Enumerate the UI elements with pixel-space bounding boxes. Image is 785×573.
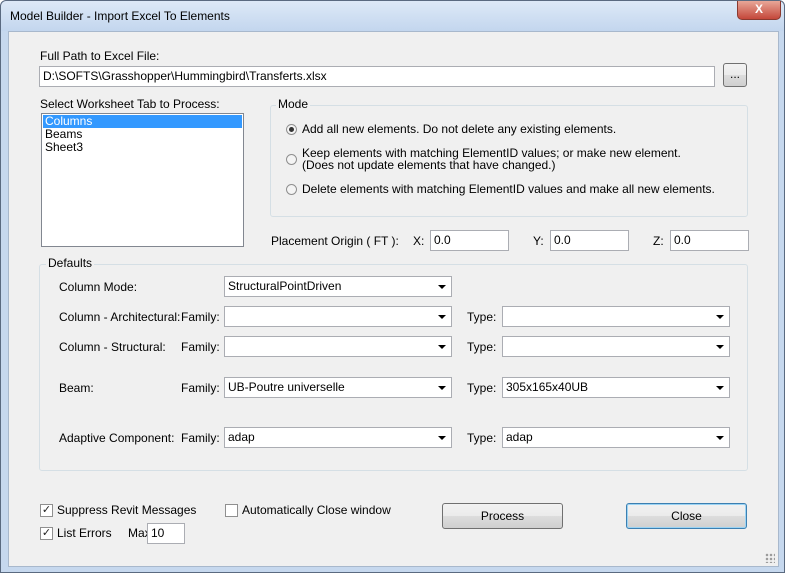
column-architectural-family-label: Family:: [181, 310, 220, 324]
column-mode-label: Column Mode:: [59, 280, 138, 294]
dialog-client-area: Full Path to Excel File: D:\SOFTS\Grassh…: [8, 31, 779, 567]
worksheet-listbox[interactable]: Columns Beams Sheet3: [41, 113, 244, 247]
chevron-down-icon: [716, 345, 724, 349]
beam-family-label: Family:: [181, 381, 220, 395]
placement-z-label: Z:: [653, 234, 664, 248]
placement-origin-label: Placement Origin ( FT ):: [271, 234, 399, 248]
list-errors-checkbox[interactable]: ✓: [40, 527, 53, 540]
beam-type-select[interactable]: 305x165x40UB: [502, 377, 730, 398]
column-structural-family-select[interactable]: [224, 336, 452, 357]
mode-option-add-label: Add all new elements. Do not delete any …: [302, 122, 617, 136]
suppress-messages-label: Suppress Revit Messages: [57, 503, 197, 517]
column-structural-label: Column - Structural:: [59, 340, 166, 354]
chevron-down-icon: [438, 315, 446, 319]
placement-z-input[interactable]: 0.0: [670, 230, 749, 251]
placement-x-input[interactable]: 0.0: [430, 230, 509, 251]
adaptive-family-label: Family:: [181, 431, 220, 445]
browse-button[interactable]: ...: [723, 63, 747, 87]
beam-family-select[interactable]: UB-Poutre universelle: [224, 377, 452, 398]
chevron-down-icon: [438, 285, 446, 289]
auto-close-label: Automatically Close window: [242, 503, 391, 517]
mode-option-keep-radio[interactable]: [286, 154, 297, 165]
chevron-down-icon: [438, 436, 446, 440]
mode-option-keep-sublabel: (Does not update elements that have chan…: [302, 158, 556, 172]
close-button[interactable]: Close: [626, 503, 747, 529]
column-structural-family-label: Family:: [181, 340, 220, 354]
window-close-button[interactable]: X: [737, 1, 781, 20]
worksheet-item-sheet3[interactable]: Sheet3: [43, 141, 242, 154]
column-architectural-family-select[interactable]: [224, 306, 452, 327]
worksheet-label: Select Worksheet Tab to Process:: [40, 97, 220, 111]
beam-type-label: Type:: [467, 381, 497, 395]
column-architectural-type-select[interactable]: [502, 306, 730, 327]
auto-close-checkbox[interactable]: [225, 504, 238, 517]
column-architectural-type-label: Type:: [467, 310, 497, 324]
column-structural-type-label: Type:: [467, 340, 497, 354]
adaptive-type-value: adap: [506, 430, 533, 444]
beam-label: Beam:: [59, 381, 94, 395]
list-errors-label: List Errors: [57, 526, 112, 540]
adaptive-type-label: Type:: [467, 431, 497, 445]
resize-grip-icon[interactable]: [765, 553, 775, 563]
column-structural-type-select[interactable]: [502, 336, 730, 357]
column-architectural-label: Column - Architectural:: [59, 310, 181, 324]
placement-x-label: X:: [413, 234, 425, 248]
suppress-messages-checkbox[interactable]: ✓: [40, 504, 53, 517]
excel-path-input[interactable]: D:\SOFTS\Grasshopper\Hummingbird\Transfe…: [39, 66, 715, 87]
beam-type-value: 305x165x40UB: [506, 380, 589, 394]
adaptive-family-value: adap: [228, 430, 255, 444]
mode-option-delete-label: Delete elements with matching ElementID …: [302, 182, 715, 196]
chevron-down-icon: [438, 345, 446, 349]
defaults-group-label: Defaults: [46, 256, 95, 270]
chevron-down-icon: [716, 315, 724, 319]
chevron-down-icon: [716, 436, 724, 440]
adaptive-component-label: Adaptive Component:: [59, 431, 175, 445]
max-errors-input[interactable]: 10: [147, 523, 185, 544]
mode-group-label: Mode: [276, 97, 311, 111]
adaptive-family-select[interactable]: adap: [224, 427, 452, 448]
mode-option-add-radio[interactable]: [286, 124, 297, 135]
adaptive-type-select[interactable]: adap: [502, 427, 730, 448]
dialog-window: Model Builder - Import Excel To Elements…: [0, 0, 785, 573]
chevron-down-icon: [438, 386, 446, 390]
excel-path-label: Full Path to Excel File:: [40, 49, 160, 63]
placement-y-label: Y:: [533, 234, 544, 248]
placement-y-input[interactable]: 0.0: [550, 230, 629, 251]
process-button[interactable]: Process: [442, 503, 563, 529]
window-title: Model Builder - Import Excel To Elements: [10, 9, 230, 23]
chevron-down-icon: [716, 386, 724, 390]
beam-family-value: UB-Poutre universelle: [228, 380, 345, 394]
mode-option-delete-radio[interactable]: [286, 184, 297, 195]
title-bar: Model Builder - Import Excel To Elements…: [1, 1, 784, 31]
column-mode-select[interactable]: StructuralPointDriven: [224, 276, 452, 297]
column-mode-value: StructuralPointDriven: [228, 279, 342, 293]
